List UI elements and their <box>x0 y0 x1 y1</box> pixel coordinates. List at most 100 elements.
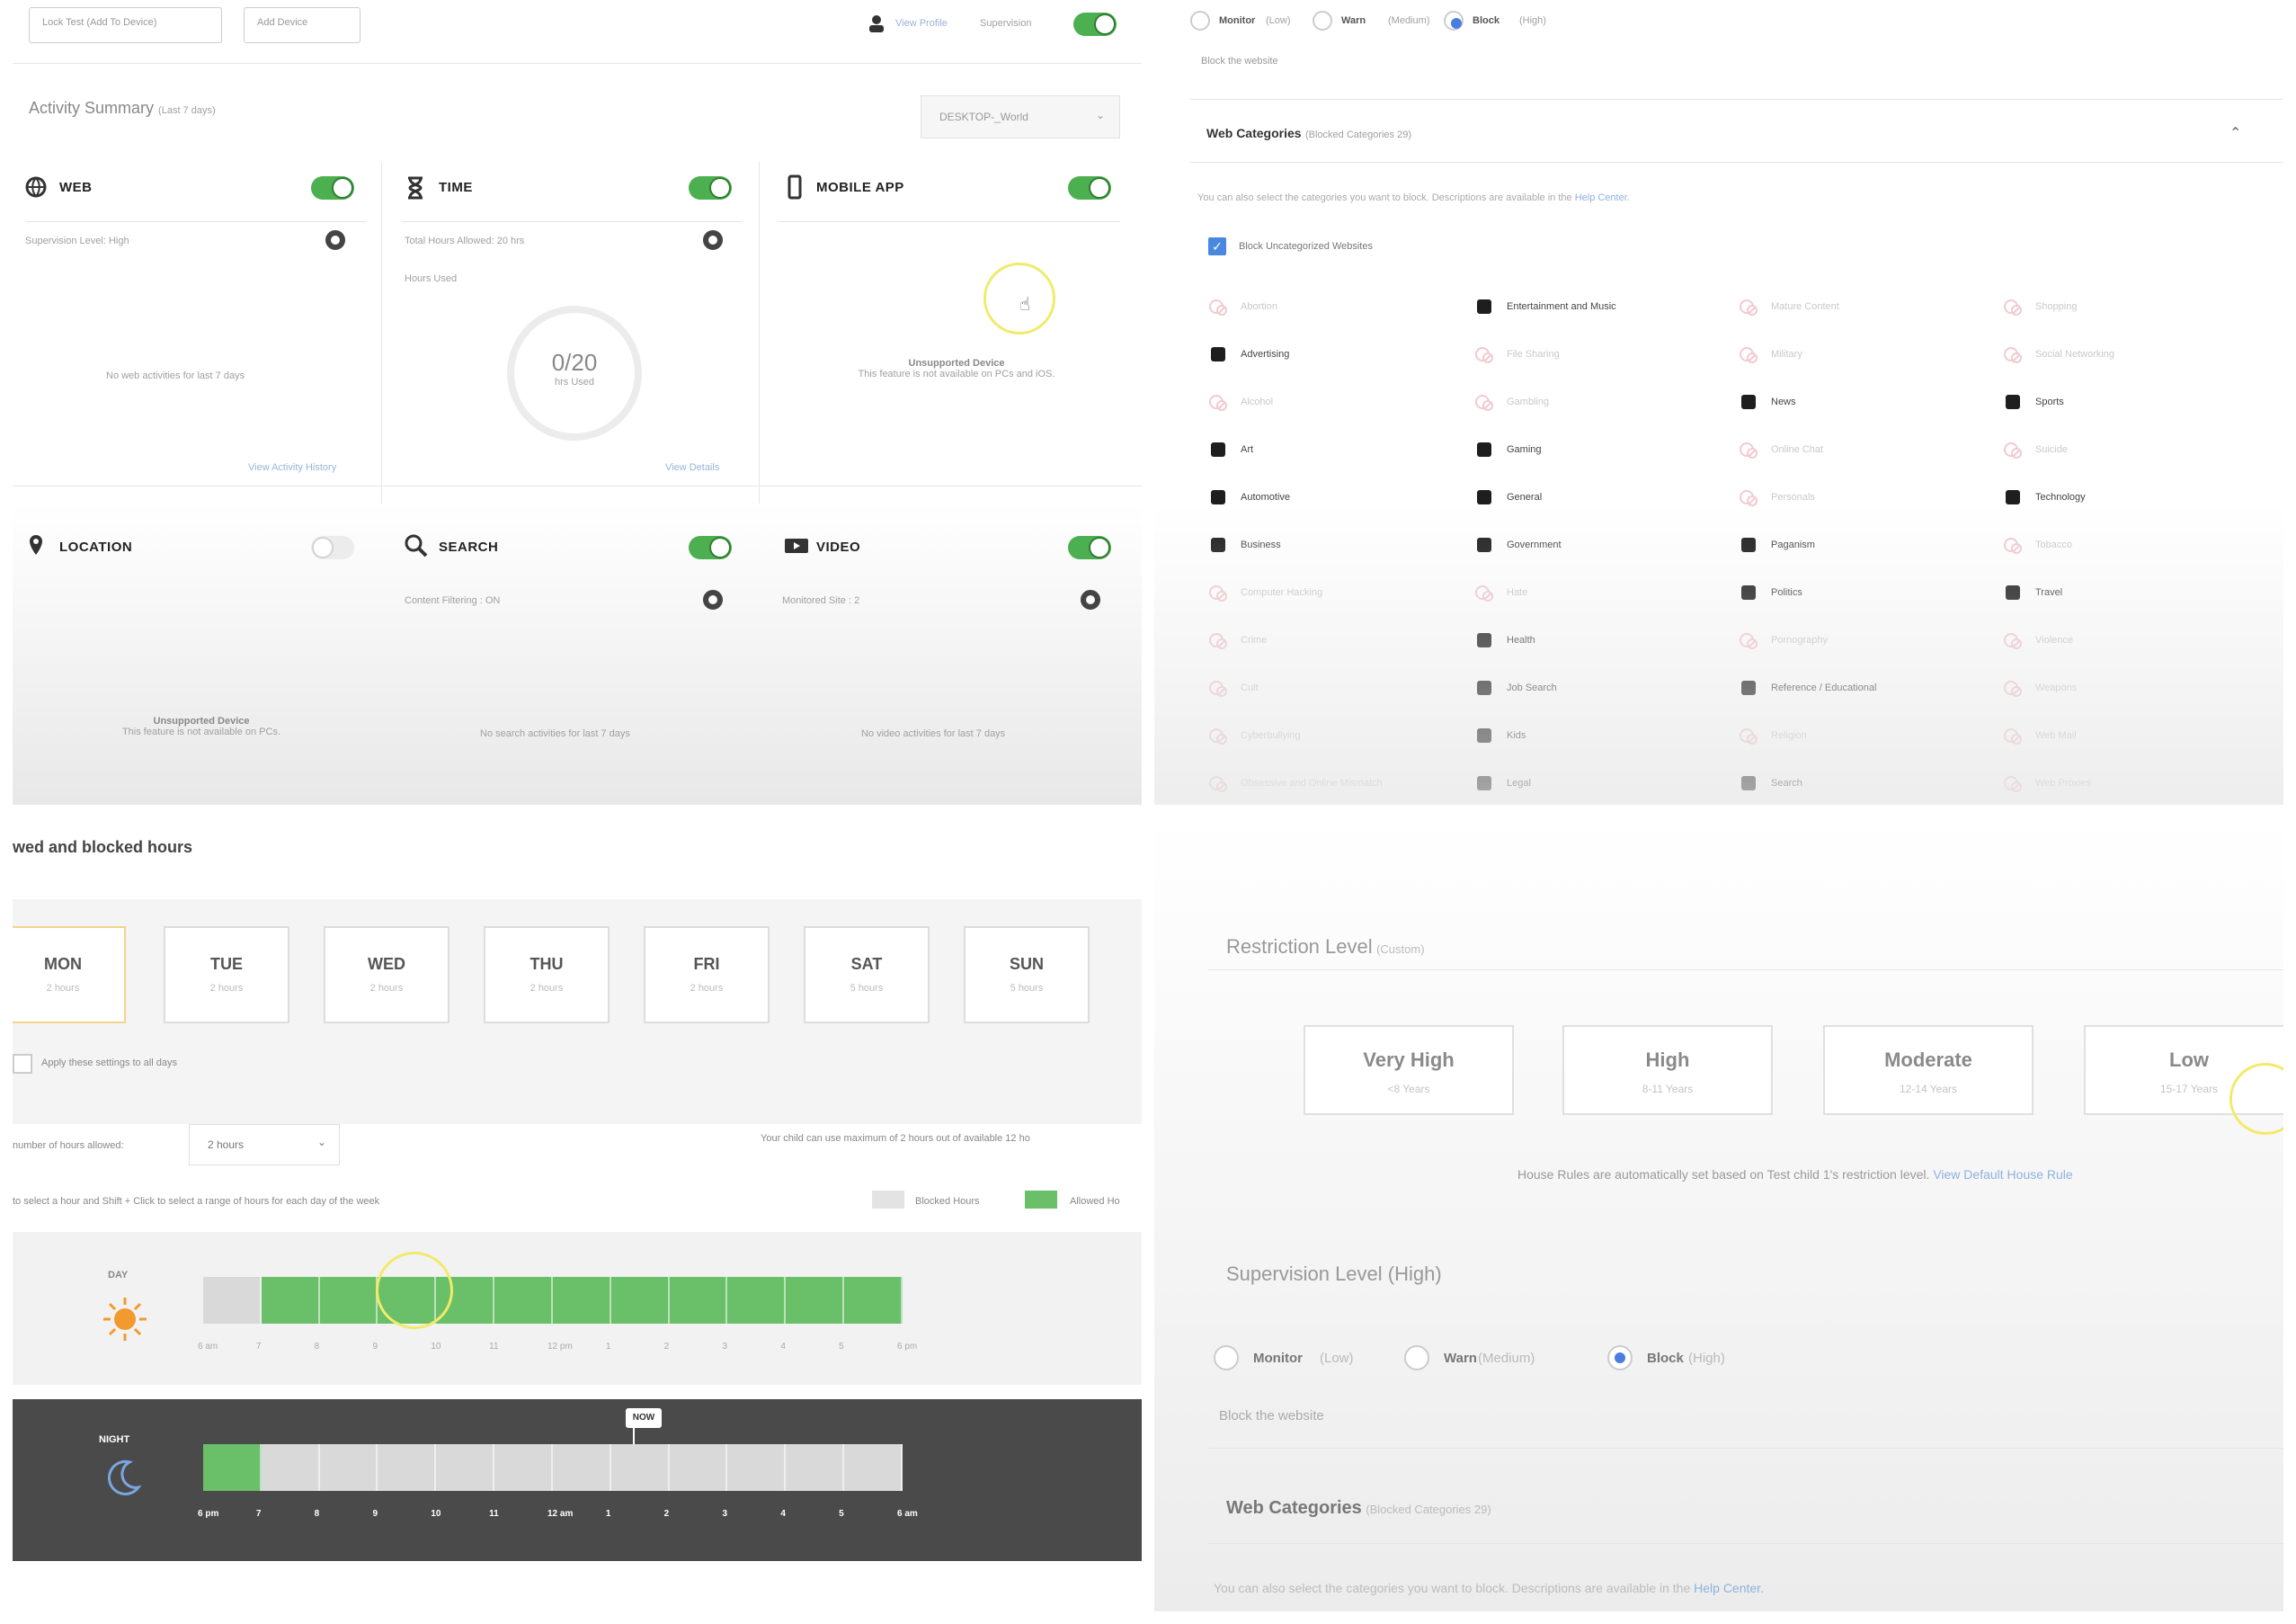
hour-cell[interactable] <box>319 1277 378 1324</box>
hour-cell[interactable] <box>203 1277 262 1324</box>
radio-block[interactable] <box>1607 1345 1633 1370</box>
category-item[interactable]: Web Mail <box>2003 726 2255 745</box>
hour-cell[interactable] <box>669 1277 728 1324</box>
day-card-fri[interactable]: FRI 2 hours <box>644 926 770 1023</box>
time-toggle[interactable] <box>689 176 732 200</box>
hours-allowed-select[interactable]: 2 hours ⌄ <box>189 1124 340 1165</box>
category-item[interactable]: Violence <box>2003 630 2255 650</box>
category-item[interactable]: Tobacco <box>2003 535 2255 555</box>
hour-cell[interactable] <box>844 1277 903 1324</box>
view-profile-link[interactable]: View Profile <box>895 18 948 29</box>
category-item[interactable]: Automotive <box>1208 487 1460 507</box>
hour-cell[interactable] <box>261 1277 320 1324</box>
category-item[interactable]: Shopping <box>2003 297 2255 317</box>
night-hours-bar[interactable] <box>203 1444 903 1491</box>
view-activity-history-link[interactable]: View Activity History <box>248 462 336 473</box>
web-gear-icon[interactable] <box>325 230 345 250</box>
category-item[interactable]: Politics <box>1739 583 1990 602</box>
hour-cell[interactable] <box>494 1444 553 1491</box>
category-item[interactable]: Health <box>1474 630 1726 650</box>
hour-cell[interactable] <box>552 1277 611 1324</box>
location-toggle[interactable] <box>311 536 354 559</box>
category-item[interactable]: Hate <box>1474 583 1726 602</box>
help-center-link[interactable]: Help Center. <box>1575 192 1630 203</box>
day-card-tue[interactable]: TUE 2 hours <box>164 926 289 1023</box>
category-item[interactable]: Computer Hacking <box>1208 583 1460 602</box>
hour-cell[interactable] <box>727 1444 787 1491</box>
category-item[interactable]: Gambling <box>1474 392 1726 412</box>
category-item[interactable]: Cult <box>1208 678 1460 698</box>
category-item[interactable]: News <box>1739 392 1990 412</box>
hour-cell[interactable] <box>786 1277 845 1324</box>
day-card-sun[interactable]: SUN 5 hours <box>964 926 1090 1023</box>
day-hours-bar[interactable] <box>203 1277 903 1324</box>
category-item[interactable]: Search <box>1739 773 1990 793</box>
category-item[interactable]: Military <box>1739 344 1990 364</box>
web-categories-header[interactable]: Web Categories (Blocked Categories 29) <box>1206 126 1411 142</box>
day-card-mon[interactable]: MON 2 hours <box>13 926 126 1023</box>
search-gear-icon[interactable] <box>703 590 723 610</box>
supervision-toggle[interactable] <box>1073 13 1117 36</box>
category-item[interactable]: Web Proxies <box>2003 773 2255 793</box>
category-item[interactable]: Kids <box>1474 726 1726 745</box>
restriction-option-high[interactable]: High 8-11 Years <box>1562 1025 1773 1115</box>
web-categories-header[interactable]: Web Categories (Blocked Categories 29) <box>1226 1498 1491 1519</box>
radio-block[interactable] <box>1444 11 1464 31</box>
category-item[interactable]: Gaming <box>1474 440 1726 460</box>
category-item[interactable]: Legal <box>1474 773 1726 793</box>
category-item[interactable]: Entertainment and Music <box>1474 297 1726 317</box>
category-item[interactable]: General <box>1474 487 1726 507</box>
category-item[interactable]: Government <box>1474 535 1726 555</box>
hour-cell[interactable] <box>727 1277 787 1324</box>
day-card-wed[interactable]: WED 2 hours <box>324 926 449 1023</box>
device-select[interactable]: DESKTOP-_World ⌄ <box>921 95 1120 138</box>
restriction-option-moderate[interactable]: Moderate 12-14 Years <box>1823 1025 2033 1115</box>
category-item[interactable]: Travel <box>2003 583 2255 602</box>
category-item[interactable]: Reference / Educational <box>1739 678 1990 698</box>
hour-cell[interactable] <box>436 1444 495 1491</box>
radio-monitor[interactable] <box>1214 1345 1239 1370</box>
category-item[interactable]: Cyberbullying <box>1208 726 1460 745</box>
category-item[interactable]: Job Search <box>1474 678 1726 698</box>
day-card-thu[interactable]: THU 2 hours <box>484 926 610 1023</box>
category-item[interactable]: Abortion <box>1208 297 1460 317</box>
category-item[interactable]: Social Networking <box>2003 344 2255 364</box>
hour-cell[interactable] <box>261 1444 320 1491</box>
apply-all-checkbox[interactable] <box>13 1054 32 1074</box>
hour-cell[interactable] <box>844 1444 903 1491</box>
chevron-up-icon[interactable]: ⌃ <box>2229 124 2241 142</box>
hour-cell[interactable] <box>203 1444 262 1491</box>
category-item[interactable]: Mature Content <box>1739 297 1990 317</box>
category-item[interactable]: Alcohol <box>1208 392 1460 412</box>
hour-cell[interactable] <box>786 1444 845 1491</box>
radio-warn[interactable] <box>1313 11 1332 31</box>
category-item[interactable]: Obsessive and Online Mismatch <box>1208 773 1460 793</box>
radio-monitor[interactable] <box>1190 11 1210 31</box>
restriction-option-very-high[interactable]: Very High <8 Years <box>1304 1025 1514 1115</box>
hour-cell[interactable] <box>610 1277 670 1324</box>
profile-icon[interactable] <box>868 14 885 32</box>
category-item[interactable]: Suicide <box>2003 440 2255 460</box>
mobile-app-toggle[interactable] <box>1068 176 1111 200</box>
category-item[interactable]: Paganism <box>1739 535 1990 555</box>
time-gear-icon[interactable] <box>703 230 723 250</box>
hour-cell[interactable] <box>378 1444 437 1491</box>
category-item[interactable]: File Sharing <box>1474 344 1726 364</box>
category-item[interactable]: Online Chat <box>1739 440 1990 460</box>
category-item[interactable]: Religion <box>1739 726 1990 745</box>
category-item[interactable]: Sports <box>2003 392 2255 412</box>
hour-cell[interactable] <box>610 1444 670 1491</box>
category-item[interactable]: Personals <box>1739 487 1990 507</box>
uncategorized-checkbox[interactable]: ✓ <box>1208 237 1226 255</box>
view-details-link[interactable]: View Details <box>665 462 719 473</box>
category-item[interactable]: Crime <box>1208 630 1460 650</box>
video-toggle[interactable] <box>1068 536 1111 559</box>
hour-cell[interactable] <box>319 1444 378 1491</box>
hour-cell[interactable] <box>552 1444 611 1491</box>
video-gear-icon[interactable] <box>1081 590 1100 610</box>
search-toggle[interactable] <box>689 536 732 559</box>
view-house-rules-link[interactable]: View Default House Rule <box>1933 1167 2072 1182</box>
category-item[interactable]: Business <box>1208 535 1460 555</box>
hour-cell[interactable] <box>669 1444 728 1491</box>
hour-cell[interactable] <box>494 1277 553 1324</box>
